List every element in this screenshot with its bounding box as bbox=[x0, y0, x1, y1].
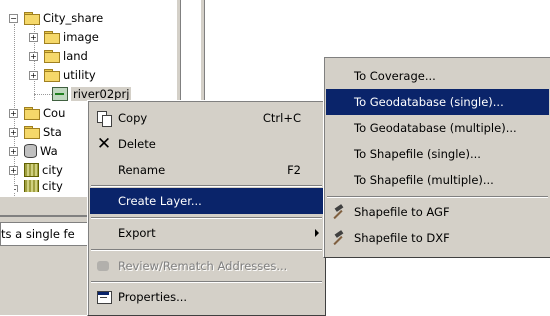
menu-item-label: Review/Rematch Addresses... bbox=[118, 259, 288, 273]
folder-icon bbox=[44, 31, 60, 44]
menu-item-review-rematch: Review/Rematch Addresses... bbox=[90, 253, 323, 279]
properties-icon bbox=[96, 289, 112, 305]
tree-item-city-2[interactable]: + city bbox=[14, 180, 63, 192]
tree-item-label: City_share bbox=[43, 11, 104, 25]
tree-item-cou[interactable]: + Cou bbox=[9, 104, 66, 122]
menu-item-label: Properties... bbox=[118, 290, 188, 304]
tree-item-label: river02prj bbox=[71, 87, 132, 101]
tree-item-label: Wa bbox=[40, 144, 58, 158]
submenu-item-to-geodatabase-multiple[interactable]: To Geodatabase (multiple)... bbox=[326, 115, 549, 141]
expand-icon[interactable]: + bbox=[9, 109, 18, 118]
copy-icon bbox=[96, 110, 112, 127]
collapse-icon[interactable]: − bbox=[9, 14, 18, 23]
menu-item-label: Create Layer... bbox=[118, 194, 202, 208]
tree-item-wa[interactable]: + Wa bbox=[9, 142, 58, 160]
context-menu: Copy Ctrl+C ✕ Delete Rename F2 Create La… bbox=[87, 100, 326, 316]
tree-item-label: utility bbox=[63, 68, 96, 82]
tree-item-label: city bbox=[42, 180, 63, 192]
expand-icon[interactable]: + bbox=[9, 147, 18, 156]
menu-separator bbox=[327, 196, 548, 198]
export-submenu: To Coverage... To Geodatabase (single)..… bbox=[323, 56, 550, 258]
submenu-item-shapefile-to-agf[interactable]: Shapefile to AGF bbox=[326, 199, 549, 225]
menu-item-delete[interactable]: ✕ Delete bbox=[90, 131, 323, 157]
folder-icon bbox=[44, 69, 60, 82]
menu-item-label: To Shapefile (multiple)... bbox=[354, 173, 494, 187]
submenu-item-to-shapefile-single[interactable]: To Shapefile (single)... bbox=[326, 141, 549, 167]
tree-connector bbox=[34, 94, 52, 95]
folder-icon bbox=[24, 107, 40, 120]
menu-shortcut: F2 bbox=[287, 163, 301, 177]
menu-item-label: To Geodatabase (single)... bbox=[354, 95, 504, 109]
description-text: ts a single fe bbox=[1, 227, 75, 241]
database-icon bbox=[24, 144, 37, 158]
menu-item-rename[interactable]: Rename F2 bbox=[90, 157, 323, 183]
menu-item-label: Delete bbox=[118, 137, 156, 151]
hammer-icon bbox=[332, 230, 348, 246]
tree-item-sta[interactable]: + Sta bbox=[9, 123, 62, 141]
menu-item-label: Export bbox=[118, 226, 156, 240]
tree-item-land[interactable]: + land bbox=[29, 47, 88, 65]
menu-item-export[interactable]: Export bbox=[90, 220, 323, 246]
expand-icon[interactable]: + bbox=[9, 166, 18, 175]
folder-icon bbox=[24, 12, 40, 25]
raster-icon bbox=[24, 180, 39, 192]
menu-item-label: To Shapefile (single)... bbox=[354, 147, 481, 161]
tree-item-utility[interactable]: + utility bbox=[29, 66, 96, 84]
expand-icon[interactable]: + bbox=[29, 71, 38, 80]
tree-item-label: city bbox=[42, 163, 63, 177]
menu-separator bbox=[91, 217, 322, 219]
tree-item-city-share[interactable]: − City_share bbox=[9, 9, 104, 27]
line-feature-class-icon bbox=[52, 87, 68, 101]
folder-icon bbox=[24, 126, 40, 139]
tree-item-label: Cou bbox=[43, 106, 66, 120]
menu-item-label: Shapefile to DXF bbox=[354, 231, 450, 245]
expand-icon[interactable]: + bbox=[14, 185, 18, 192]
submenu-item-shapefile-to-dxf[interactable]: Shapefile to DXF bbox=[326, 225, 549, 251]
tree-item-image[interactable]: + image bbox=[29, 28, 99, 46]
raster-icon bbox=[24, 163, 39, 177]
menu-item-create-layer[interactable]: Create Layer... bbox=[90, 188, 323, 214]
horizontal-scrollbar[interactable] bbox=[0, 196, 90, 216]
menu-item-label: Copy bbox=[118, 111, 148, 125]
expand-icon[interactable]: + bbox=[9, 128, 18, 137]
menu-item-label: To Geodatabase (multiple)... bbox=[354, 121, 517, 135]
menu-item-copy[interactable]: Copy Ctrl+C bbox=[90, 105, 323, 131]
folder-icon bbox=[44, 50, 60, 63]
submenu-item-to-geodatabase-single[interactable]: To Geodatabase (single)... bbox=[326, 89, 549, 115]
tree-item-label: land bbox=[63, 49, 88, 63]
menu-item-label: To Coverage... bbox=[354, 69, 436, 83]
menu-item-label: Rename bbox=[118, 163, 166, 177]
menu-shortcut: Ctrl+C bbox=[262, 111, 301, 125]
submenu-item-to-shapefile-multiple[interactable]: To Shapefile (multiple)... bbox=[326, 167, 549, 193]
expand-icon[interactable]: + bbox=[29, 52, 38, 61]
menu-item-label: Shapefile to AGF bbox=[354, 205, 450, 219]
submenu-item-to-coverage[interactable]: To Coverage... bbox=[326, 63, 549, 89]
tree-item-label: image bbox=[63, 30, 99, 44]
menu-separator bbox=[91, 185, 322, 187]
tree-item-label: Sta bbox=[43, 125, 62, 139]
description-box: ts a single fe bbox=[0, 222, 90, 246]
geocode-icon bbox=[96, 258, 112, 274]
menu-separator bbox=[91, 281, 322, 283]
expand-icon[interactable]: + bbox=[29, 33, 38, 42]
tree-item-city[interactable]: + city bbox=[9, 161, 63, 179]
menu-separator bbox=[91, 249, 322, 251]
hammer-icon bbox=[332, 204, 348, 220]
delete-icon: ✕ bbox=[96, 134, 112, 154]
submenu-arrow-icon bbox=[315, 229, 319, 237]
menu-item-properties[interactable]: Properties... bbox=[90, 284, 323, 310]
